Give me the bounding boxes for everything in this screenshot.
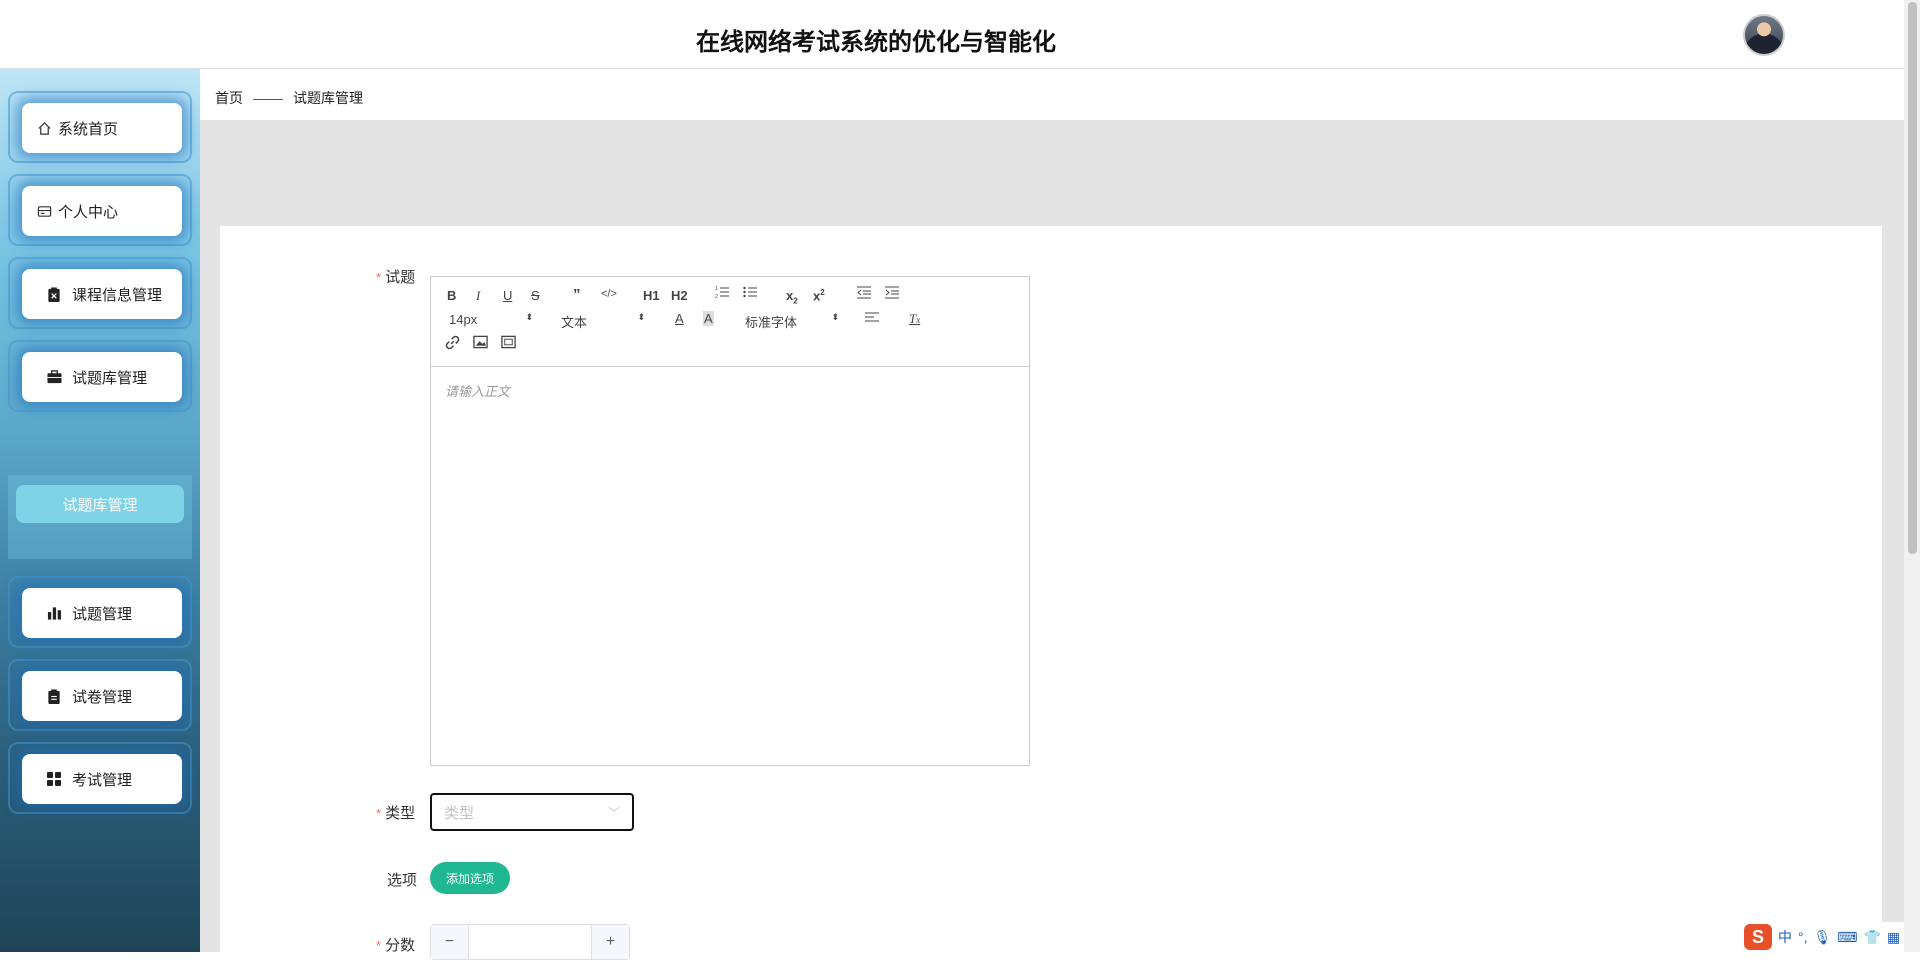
align-left-icon[interactable] — [865, 310, 879, 327]
decrement-button[interactable]: − — [431, 925, 469, 959]
type-field-label: * 类型 — [376, 805, 416, 822]
breadcrumb-home[interactable]: 首页 — [215, 90, 243, 106]
sidebar-item-profile: 个人中心 — [8, 174, 192, 246]
sidebar-item-questions: 试题管理 — [8, 576, 192, 648]
sidebar-button-question-bank[interactable]: 试题库管理 — [22, 352, 182, 402]
sidebar-button-course[interactable]: 课程信息管理 — [22, 269, 182, 319]
increment-button[interactable]: + — [591, 925, 629, 959]
breadcrumb-separator — [253, 98, 283, 100]
video-icon[interactable] — [501, 335, 516, 352]
sogou-logo-icon[interactable]: S — [1744, 924, 1772, 950]
sidebar-item-papers: 试卷管理 — [8, 659, 192, 731]
sidebar-item-label: 考试管理 — [72, 771, 133, 789]
microphone-icon[interactable]: 🎙 — [1814, 929, 1832, 946]
skin-icon[interactable]: 👕 — [1864, 929, 1881, 946]
background-color-icon[interactable]: A — [703, 311, 714, 326]
text-color-icon[interactable]: A — [675, 311, 684, 326]
id-card-icon — [36, 203, 52, 219]
sidebar-button-profile[interactable]: 个人中心 — [22, 186, 182, 236]
bar-chart-icon — [46, 605, 62, 621]
bullet-list-icon[interactable] — [743, 285, 757, 302]
sidebar-item-home: 系统首页 — [8, 91, 192, 163]
ime-language-toggle[interactable]: 中 — [1778, 927, 1792, 947]
outdent-icon[interactable] — [857, 285, 871, 302]
select-arrows-icon: ⬍ — [831, 312, 839, 322]
scrollbar-thumb[interactable] — [1908, 2, 1917, 554]
sidebar-item-label: 试卷管理 — [72, 688, 133, 706]
sidebar-button-exams[interactable]: 考试管理 — [22, 754, 182, 804]
user-avatar[interactable] — [1743, 14, 1785, 56]
sidebar-item-course: 课程信息管理 — [8, 257, 192, 329]
required-marker: * — [376, 806, 382, 821]
sidebar-button-home[interactable]: 系统首页 — [22, 103, 182, 153]
sidebar-item-label: 课程信息管理 — [72, 286, 163, 304]
add-option-button[interactable]: 添加选项 — [430, 862, 510, 894]
blockquote-icon[interactable]: ” — [573, 286, 581, 303]
select-arrows-icon: ⬍ — [525, 312, 533, 322]
editor-toolbar: B I U S ” </> H1 H2 12 x2 x2 14px ⬍ 文本 ⬍ A… — [431, 277, 1029, 367]
chevron-down-icon: ﹀ — [607, 806, 620, 820]
ordered-list-icon[interactable]: 12 — [715, 285, 729, 302]
required-marker: * — [376, 938, 382, 953]
app-title: 在线网络考试系统的优化与智能化 — [696, 29, 1056, 56]
sidebar-item-label: 个人中心 — [58, 203, 119, 221]
sidebar-item-question-bank: 试题库管理 — [8, 340, 192, 412]
rich-text-editor: B I U S ” </> H1 H2 12 x2 x2 14px ⬍ 文本 ⬍ A… — [430, 276, 1030, 766]
strikethrough-icon[interactable]: S — [531, 288, 540, 303]
bold-icon[interactable]: B — [447, 288, 456, 303]
score-stepper: − + — [430, 924, 630, 960]
question-field-label: * 试题 — [376, 269, 416, 286]
svg-text:1: 1 — [715, 286, 718, 292]
sidebar-item-label: 试题管理 — [72, 605, 133, 623]
underline-icon[interactable]: U — [503, 288, 512, 303]
sidebar-item-label: 试题库管理 — [72, 369, 148, 387]
options-field-label: 选项 — [387, 872, 418, 889]
clipboard-icon — [46, 688, 62, 704]
keyboard-icon[interactable]: ⌨ — [1837, 929, 1857, 946]
indent-icon[interactable] — [885, 285, 899, 302]
submenu-item-question-bank[interactable]: 试题库管理 — [16, 485, 184, 523]
subscript-icon[interactable]: x2 — [786, 288, 798, 306]
sidebar-item-label: 系统首页 — [58, 120, 119, 138]
heading-2-button[interactable]: H2 — [671, 288, 688, 303]
image-icon[interactable] — [473, 335, 488, 352]
svg-text:2: 2 — [715, 294, 718, 299]
clear-format-icon[interactable]: Tx — [909, 311, 920, 327]
required-marker: * — [376, 270, 382, 285]
submenu-question-bank: 试题库管理 — [8, 475, 192, 559]
font-family-select[interactable]: 标准字体 ⬍ — [745, 312, 839, 331]
breadcrumb: 首页 试题库管理 — [215, 88, 363, 108]
link-icon[interactable] — [445, 335, 460, 353]
home-icon — [36, 120, 52, 136]
top-header: 在线网络考试系统的优化与智能化 — [0, 0, 1904, 69]
punctuation-icon[interactable]: °, — [1798, 929, 1808, 945]
header-select[interactable]: 文本 ⬍ — [561, 312, 645, 331]
score-input[interactable] — [471, 925, 589, 959]
briefcase-icon — [46, 369, 62, 385]
breadcrumb-current: 试题库管理 — [293, 90, 363, 106]
editor-placeholder: 请输入正文 — [445, 384, 511, 399]
ime-toolbar: S 中 °, 🎙 ⌨ 👕 ▦ — [1740, 922, 1904, 952]
sidebar: 系统首页 个人中心 课程信息管理 试题库管理 试题库管理 试题管理 试卷管理 考… — [0, 69, 200, 952]
select-arrows-icon: ⬍ — [637, 312, 645, 322]
clipboard-x-icon — [46, 286, 62, 302]
page-scrollbar[interactable] — [1904, 0, 1920, 952]
superscript-icon[interactable]: x2 — [813, 288, 825, 303]
toolbox-icon[interactable]: ▦ — [1887, 929, 1900, 946]
sidebar-button-questions[interactable]: 试题管理 — [22, 588, 182, 638]
sidebar-button-papers[interactable]: 试卷管理 — [22, 671, 182, 721]
heading-1-button[interactable]: H1 — [643, 288, 660, 303]
editor-content-area[interactable]: 请输入正文 — [431, 367, 1029, 765]
code-block-icon[interactable]: </> — [601, 288, 617, 300]
sidebar-item-exams: 考试管理 — [8, 742, 192, 814]
font-size-select[interactable]: 14px ⬍ — [449, 312, 533, 327]
type-select[interactable]: 类型 ﹀ — [430, 793, 634, 831]
grid-icon — [46, 771, 62, 787]
italic-icon[interactable]: I — [476, 288, 480, 304]
